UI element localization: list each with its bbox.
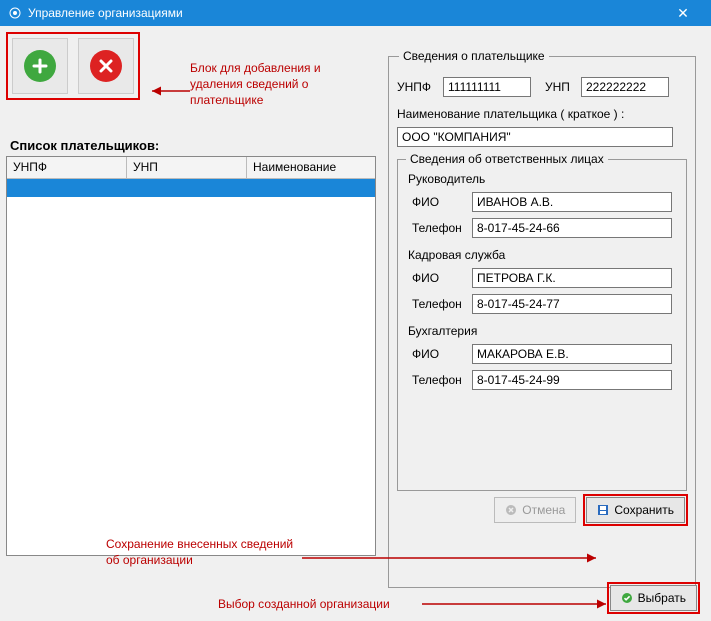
annotation-choose: Выбор созданной организации: [218, 596, 428, 612]
annotation-save: Сохранение внесенных сведений об организ…: [106, 536, 306, 568]
unp-label: УНП: [545, 80, 575, 94]
annotation-toolbar: Блок для добавления и удаления сведений …: [190, 60, 370, 109]
unpf-input[interactable]: [443, 77, 531, 97]
cancel-icon: [505, 504, 517, 516]
director-fio-label: ФИО: [412, 195, 466, 209]
delete-payer-button[interactable]: [78, 38, 134, 94]
hr-phone-label: Телефон: [412, 297, 466, 311]
hr-fio-input[interactable]: [472, 268, 672, 288]
save-icon: [597, 504, 609, 516]
hr-title: Кадровая служба: [408, 248, 680, 262]
table-row[interactable]: [7, 179, 375, 197]
payer-table[interactable]: УНПФ УНП Наименование: [6, 156, 376, 556]
window-title: Управление организациями: [28, 6, 183, 20]
payer-name-label: Наименование плательщика ( краткое ) :: [397, 107, 624, 121]
unp-input[interactable]: [581, 77, 669, 97]
accounting-title: Бухгалтерия: [408, 324, 680, 338]
accounting-fio-input[interactable]: [472, 344, 672, 364]
plus-icon: [24, 50, 56, 82]
unpf-label: УНПФ: [397, 80, 437, 94]
payer-name-input[interactable]: [397, 127, 673, 147]
responsibles-title: Сведения об ответственных лицах: [406, 152, 608, 166]
director-fio-input[interactable]: [472, 192, 672, 212]
table-header: УНПФ УНП Наименование: [7, 157, 375, 179]
col-unpf[interactable]: УНПФ: [7, 157, 127, 178]
accounting-phone-label: Телефон: [412, 373, 466, 387]
payer-list-caption: Список плательщиков:: [10, 138, 159, 153]
hr-section: Кадровая служба ФИО Телефон: [404, 248, 680, 314]
accounting-fio-label: ФИО: [412, 347, 466, 361]
cross-icon: [90, 50, 122, 82]
save-label: Сохранить: [614, 503, 674, 517]
app-icon: [8, 6, 22, 20]
accounting-phone-input[interactable]: [472, 370, 672, 390]
choose-button[interactable]: Выбрать: [610, 585, 697, 611]
accounting-section: Бухгалтерия ФИО Телефон: [404, 324, 680, 390]
add-payer-button[interactable]: [12, 38, 68, 94]
payer-details-group: Сведения о плательщике УНПФ УНП Наименов…: [388, 56, 696, 588]
director-phone-input[interactable]: [472, 218, 672, 238]
payer-details-title: Сведения о плательщике: [399, 49, 549, 63]
director-title: Руководитель: [408, 172, 680, 186]
check-icon: [621, 592, 633, 604]
save-button[interactable]: Сохранить: [586, 497, 685, 523]
director-section: Руководитель ФИО Телефон: [404, 172, 680, 238]
hr-fio-label: ФИО: [412, 271, 466, 285]
choose-label: Выбрать: [638, 591, 686, 605]
cancel-button: Отмена: [494, 497, 576, 523]
col-unp[interactable]: УНП: [127, 157, 247, 178]
toolbar-highlight: [6, 32, 140, 100]
responsibles-group: Сведения об ответственных лицах Руководи…: [397, 159, 687, 491]
window-close-button[interactable]: ✕: [663, 0, 703, 26]
hr-phone-input[interactable]: [472, 294, 672, 314]
title-bar: Управление организациями ✕: [0, 0, 711, 26]
director-phone-label: Телефон: [412, 221, 466, 235]
col-name[interactable]: Наименование: [247, 157, 375, 178]
cancel-label: Отмена: [522, 503, 565, 517]
